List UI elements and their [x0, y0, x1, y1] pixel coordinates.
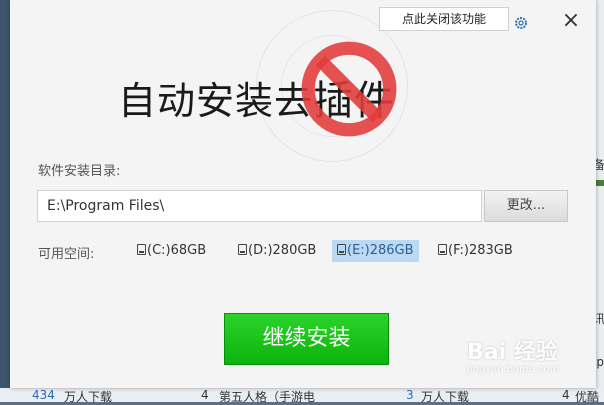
drive-label: (D:)280GB	[248, 243, 317, 258]
watermark: Bai 经验 jingyan.baidu.com	[467, 334, 559, 375]
title-text: 自动安装去	[118, 79, 314, 123]
change-directory-button[interactable]: 更改...	[484, 190, 568, 222]
download-count: 434	[32, 388, 55, 402]
watermark-brand: Bai 经验	[467, 340, 558, 365]
rank-number: 4	[562, 388, 570, 402]
install-path-input[interactable]	[37, 190, 482, 222]
install-directory-label: 软件安装目录:	[38, 164, 121, 179]
hard-drive-icon	[337, 244, 346, 255]
download-label: 万人下载	[421, 390, 470, 404]
hard-drive-icon	[238, 244, 247, 255]
hard-drive-icon	[137, 244, 146, 255]
drive-label: (F:)283GB	[448, 243, 513, 258]
drive-label: (E:)286GB	[347, 243, 414, 258]
drive-option-c[interactable]: (C:)68GB	[132, 240, 211, 262]
rank-number: 4	[201, 388, 209, 402]
drive-option-d[interactable]: (D:)280GB	[233, 240, 321, 262]
background-left-strip	[0, 0, 10, 402]
available-space-label: 可用空间:	[38, 247, 95, 262]
drive-option-e[interactable]: (E:)286GB	[332, 240, 419, 262]
disable-feature-tooltip: 点此关闭该功能	[379, 7, 509, 31]
gear-icon[interactable]	[513, 15, 529, 31]
install-dialog: 点此关闭该功能 × 自动安装去插件 软件安装目录: 更改... 可用空间: (C…	[10, 0, 596, 388]
no-plugin-icon	[301, 41, 397, 137]
background-bottom-list: 434 万人下载 4 第五人格（手游电 3 万人下载 4 优酷	[0, 388, 604, 404]
drive-option-f[interactable]: (F:)283GB	[433, 240, 518, 262]
continue-install-button[interactable]: 继续安装	[224, 313, 389, 365]
download-label: 万人下载	[64, 390, 113, 404]
watermark-url: jingyan.baidu.com	[467, 364, 560, 375]
app-name: 第五人格（手游电	[219, 390, 316, 404]
app-name: 优酷	[575, 390, 600, 404]
hard-drive-icon	[438, 244, 447, 255]
rank-number: 3	[406, 388, 414, 402]
drive-label: (C:)68GB	[147, 243, 207, 258]
close-icon[interactable]: ×	[561, 10, 581, 32]
